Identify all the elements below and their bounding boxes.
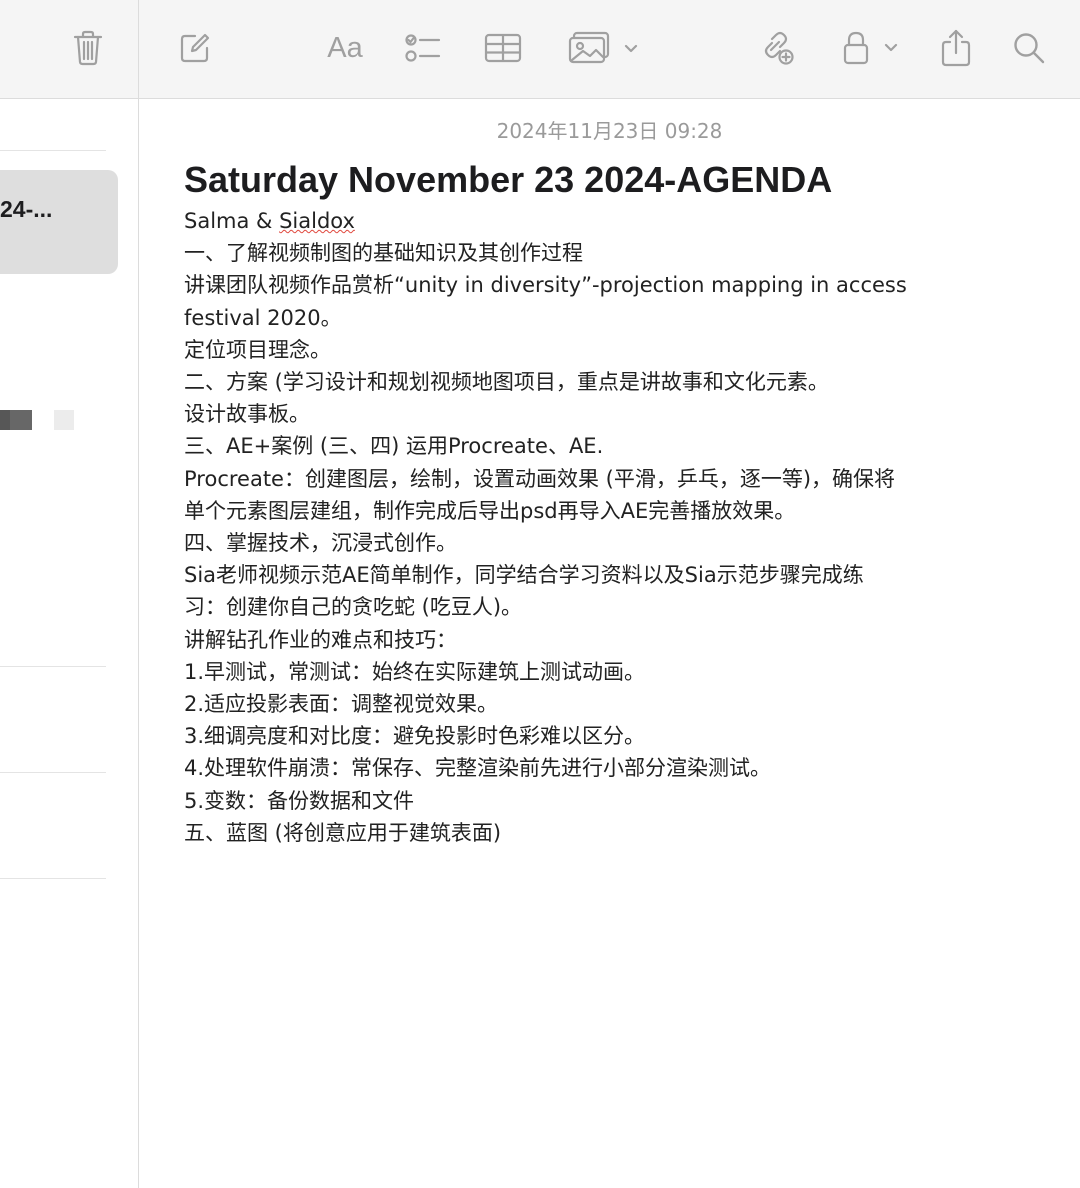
note-line[interactable]: 定位项目理念。 bbox=[184, 334, 1034, 366]
note-title[interactable]: Saturday November 23 2024-AGENDA bbox=[184, 159, 832, 201]
table-icon bbox=[484, 33, 522, 63]
compose-icon bbox=[180, 33, 210, 63]
note-line[interactable]: 3.细调亮度和对比度：避免投影时色彩难以区分。 bbox=[184, 720, 1034, 752]
note-list-item-selected[interactable]: 24-... bbox=[0, 170, 118, 274]
note-line[interactable]: festival 2020。 bbox=[184, 302, 1034, 334]
note-list-toolbar bbox=[0, 0, 138, 99]
editor-toolbar: Aa bbox=[139, 0, 1080, 99]
list-divider bbox=[0, 150, 106, 151]
delete-note-button[interactable] bbox=[68, 28, 108, 68]
note-line[interactable]: 单个元素图层建组，制作完成后导出psd再导入AE完善播放效果。 bbox=[184, 495, 1034, 527]
trash-icon bbox=[73, 30, 103, 66]
note-line-authors[interactable]: Salma & Sialdox bbox=[184, 205, 1034, 237]
authors-name-misspelled: Sialdox bbox=[279, 209, 355, 233]
lock-icon bbox=[843, 31, 898, 65]
table-button[interactable] bbox=[483, 26, 523, 70]
format-icon: Aa bbox=[327, 31, 363, 64]
note-line[interactable]: 1.早测试，常测试：始终在实际建筑上测试动画。 bbox=[184, 656, 1034, 688]
authors-prefix: Salma & bbox=[184, 209, 280, 233]
note-line[interactable]: 5.变数：备份数据和文件 bbox=[184, 785, 1034, 817]
collaborate-button[interactable] bbox=[757, 26, 797, 70]
media-icon bbox=[568, 31, 638, 64]
search-button[interactable] bbox=[1009, 26, 1049, 70]
format-button[interactable]: Aa bbox=[323, 26, 367, 70]
list-divider bbox=[0, 772, 106, 773]
note-line[interactable]: 讲课团队视频作品赏析“unity in diversity”-projectio… bbox=[184, 269, 1034, 301]
note-line[interactable]: 二、方案 (学习设计和规划视频地图项目，重点是讲故事和文化元素。 bbox=[184, 366, 1034, 398]
share-icon bbox=[941, 29, 971, 67]
note-line[interactable]: 五、蓝图 (将创意应用于建筑表面) bbox=[184, 817, 1034, 849]
new-note-button[interactable] bbox=[175, 26, 215, 70]
note-line[interactable]: 4.处理软件崩溃：常保存、完整渲染前先进行小部分渲染测试。 bbox=[184, 752, 1034, 784]
note-editor[interactable]: 2024年11月23日 09:28 Saturday November 23 2… bbox=[139, 99, 1080, 1188]
notes-window: 24-... Aa 2024年11月23日 09:28 Saturday Nov… bbox=[0, 0, 1080, 1188]
note-line[interactable]: 习：创建你自己的贪吃蛇 (吃豆人)。 bbox=[184, 591, 1034, 623]
note-line[interactable]: 2.适应投影表面：调整视觉效果。 bbox=[184, 688, 1034, 720]
search-icon bbox=[1014, 33, 1045, 64]
note-line[interactable]: 一、了解视频制图的基础知识及其创作过程 bbox=[184, 237, 1034, 269]
note-line[interactable]: 讲解钻孔作业的难点和技巧： bbox=[184, 624, 1034, 656]
note-body[interactable]: Salma & Sialdox 一、了解视频制图的基础知识及其创作过程 讲课团队… bbox=[184, 205, 1034, 849]
note-line[interactable]: 三、AE+案例 (三、四) 运用Procreate、AE. bbox=[184, 430, 1034, 462]
share-button[interactable] bbox=[939, 26, 973, 70]
checklist-icon bbox=[405, 34, 441, 62]
note-line[interactable]: 设计故事板。 bbox=[184, 398, 1034, 430]
share-collab-icon bbox=[764, 31, 794, 65]
note-list-pane: 24-... bbox=[0, 0, 139, 1188]
note-line[interactable]: Sia老师视频示范AE简单制作，同学结合学习资料以及Sia示范步骤完成练 bbox=[184, 559, 1034, 591]
list-divider bbox=[0, 666, 106, 667]
note-line[interactable]: Procreate：创建图层，绘制，设置动画效果 (平滑，乒乓，逐一等)，确保将 bbox=[184, 463, 1034, 495]
redacted-preview bbox=[54, 410, 74, 430]
note-timestamp: 2024年11月23日 09:28 bbox=[496, 119, 723, 143]
note-line[interactable]: 四、掌握技术，沉浸式创作。 bbox=[184, 527, 1034, 559]
list-divider bbox=[0, 878, 106, 879]
note-list-item-title: 24-... bbox=[0, 196, 53, 222]
media-button[interactable] bbox=[567, 26, 641, 70]
lock-note-button[interactable] bbox=[839, 26, 903, 70]
checklist-button[interactable] bbox=[403, 26, 443, 70]
redacted-preview bbox=[10, 410, 32, 430]
